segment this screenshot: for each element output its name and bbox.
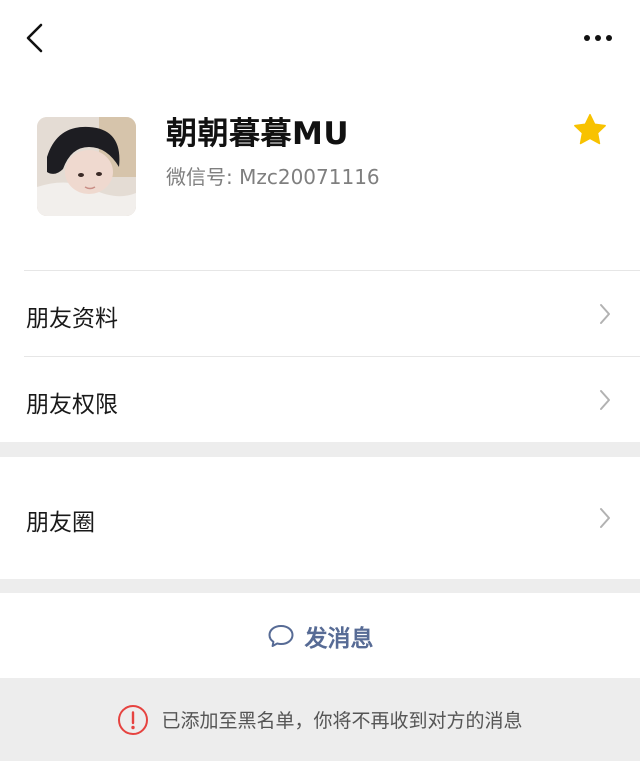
send-message-label: 发消息: [304, 625, 374, 652]
profile-header: 朝朝暮暮MU 微信号: Mzc20071116: [0, 78, 640, 270]
blacklist-notice: 已添加至黑名单，你将不再收到对方的消息: [0, 678, 640, 761]
top-nav: [0, 0, 640, 78]
alert-circle-icon: [118, 704, 149, 735]
avatar[interactable]: [37, 117, 136, 216]
notice-text: 已添加至黑名单，你将不再收到对方的消息: [161, 710, 523, 732]
menu-item-label: 朋友权限: [26, 392, 118, 418]
nickname: 朝朝暮暮MU: [166, 116, 350, 152]
menu-item-friend-info[interactable]: 朋友资料: [0, 271, 640, 356]
chevron-right-icon: [600, 508, 610, 528]
more-dots-icon: [584, 35, 612, 41]
avatar-image: [37, 117, 136, 216]
wechat-id: 微信号: Mzc20071116: [166, 165, 380, 189]
more-button[interactable]: [578, 24, 618, 52]
chevron-right-icon: [600, 304, 610, 324]
menu-item-label: 朋友资料: [26, 306, 118, 332]
back-button[interactable]: [18, 20, 52, 56]
chevron-right-icon: [600, 390, 610, 410]
star-button[interactable]: [572, 112, 608, 148]
send-message-button[interactable]: 发消息: [0, 593, 640, 678]
menu-item-label: 朋友圈: [26, 510, 95, 536]
chat-bubble-icon: [268, 624, 293, 647]
chevron-left-icon: [26, 23, 43, 53]
menu-item-friend-permissions[interactable]: 朋友权限: [0, 357, 640, 442]
menu-item-moments[interactable]: 朋友圈: [0, 457, 640, 579]
star-icon: [574, 113, 606, 145]
